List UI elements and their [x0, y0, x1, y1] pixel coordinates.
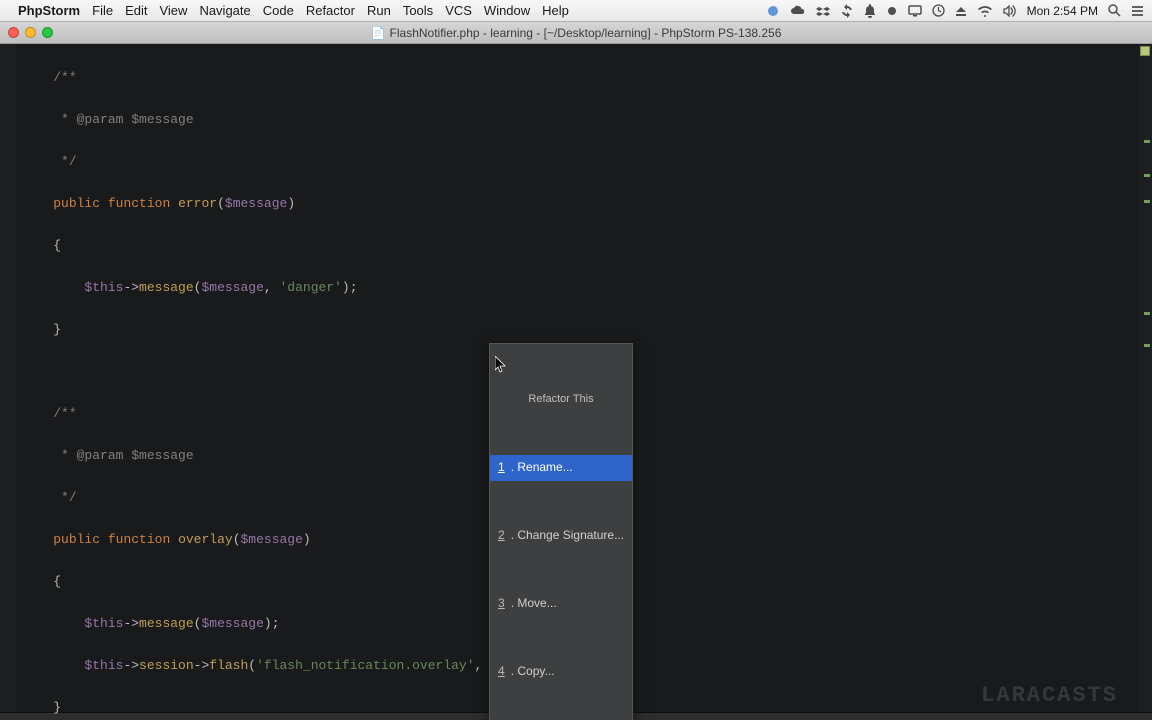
menu-clock[interactable]: Mon 2:54 PM	[1027, 4, 1098, 18]
refactor-item-change-signature[interactable]: 2. Change Signature...	[490, 523, 632, 549]
inspection-status-icon[interactable]	[1140, 46, 1150, 56]
notification-center-icon[interactable]	[1131, 5, 1144, 17]
editor-error-stripe[interactable]	[1138, 44, 1152, 712]
status-icon-cloud[interactable]	[790, 5, 806, 17]
menu-vcs[interactable]: VCS	[445, 3, 472, 18]
zoom-button[interactable]	[42, 27, 53, 38]
status-icon-clock[interactable]	[932, 4, 945, 17]
menu-code[interactable]: Code	[263, 3, 294, 18]
status-icon-sync[interactable]	[840, 4, 854, 18]
menu-file[interactable]: File	[92, 3, 113, 18]
refactor-item-rename[interactable]: 1. Rename...	[490, 455, 632, 481]
refactor-item-move[interactable]: 3. Move...	[490, 591, 632, 617]
macos-menu-bar: PhpStorm File Edit View Navigate Code Re…	[0, 0, 1152, 22]
status-icon-eject[interactable]	[955, 5, 967, 17]
menu-tools[interactable]: Tools	[403, 3, 433, 18]
minimize-button[interactable]	[25, 27, 36, 38]
refactor-item-copy[interactable]: 4. Copy...	[490, 659, 632, 685]
close-button[interactable]	[8, 27, 19, 38]
file-icon: 📄	[371, 26, 386, 40]
editor-gutter[interactable]	[0, 44, 16, 712]
window-title: 📄 FlashNotifier.php - learning - [~/Deskt…	[0, 26, 1152, 40]
status-icon-dot[interactable]	[886, 5, 898, 17]
status-icon-bell[interactable]	[864, 4, 876, 18]
status-icon-screen[interactable]	[908, 5, 922, 17]
app-menu[interactable]: PhpStorm	[18, 3, 80, 18]
editor-shell: /** * @param $message */ public function…	[0, 44, 1152, 712]
window-title-text: FlashNotifier.php - learning - [~/Deskto…	[390, 26, 782, 40]
refactor-popup-title: Refactor This	[490, 386, 632, 413]
window-titlebar: 📄 FlashNotifier.php - learning - [~/Deskt…	[0, 22, 1152, 44]
watermark: LARACASTS	[981, 685, 1118, 706]
menu-refactor[interactable]: Refactor	[306, 3, 355, 18]
menu-help[interactable]: Help	[542, 3, 569, 18]
menu-run[interactable]: Run	[367, 3, 391, 18]
wifi-icon[interactable]	[977, 5, 993, 17]
menu-edit[interactable]: Edit	[125, 3, 147, 18]
volume-icon[interactable]	[1003, 5, 1017, 17]
menu-window[interactable]: Window	[484, 3, 530, 18]
status-icon-1[interactable]	[766, 4, 780, 18]
window-controls	[8, 27, 53, 38]
code-editor[interactable]: /** * @param $message */ public function…	[16, 44, 1138, 712]
menu-view[interactable]: View	[159, 3, 187, 18]
spotlight-icon[interactable]	[1108, 4, 1121, 17]
status-icon-dropbox[interactable]	[816, 4, 830, 18]
refactor-popup: Refactor This 1. Rename... 2. Change Sig…	[489, 343, 633, 720]
menu-navigate[interactable]: Navigate	[199, 3, 250, 18]
